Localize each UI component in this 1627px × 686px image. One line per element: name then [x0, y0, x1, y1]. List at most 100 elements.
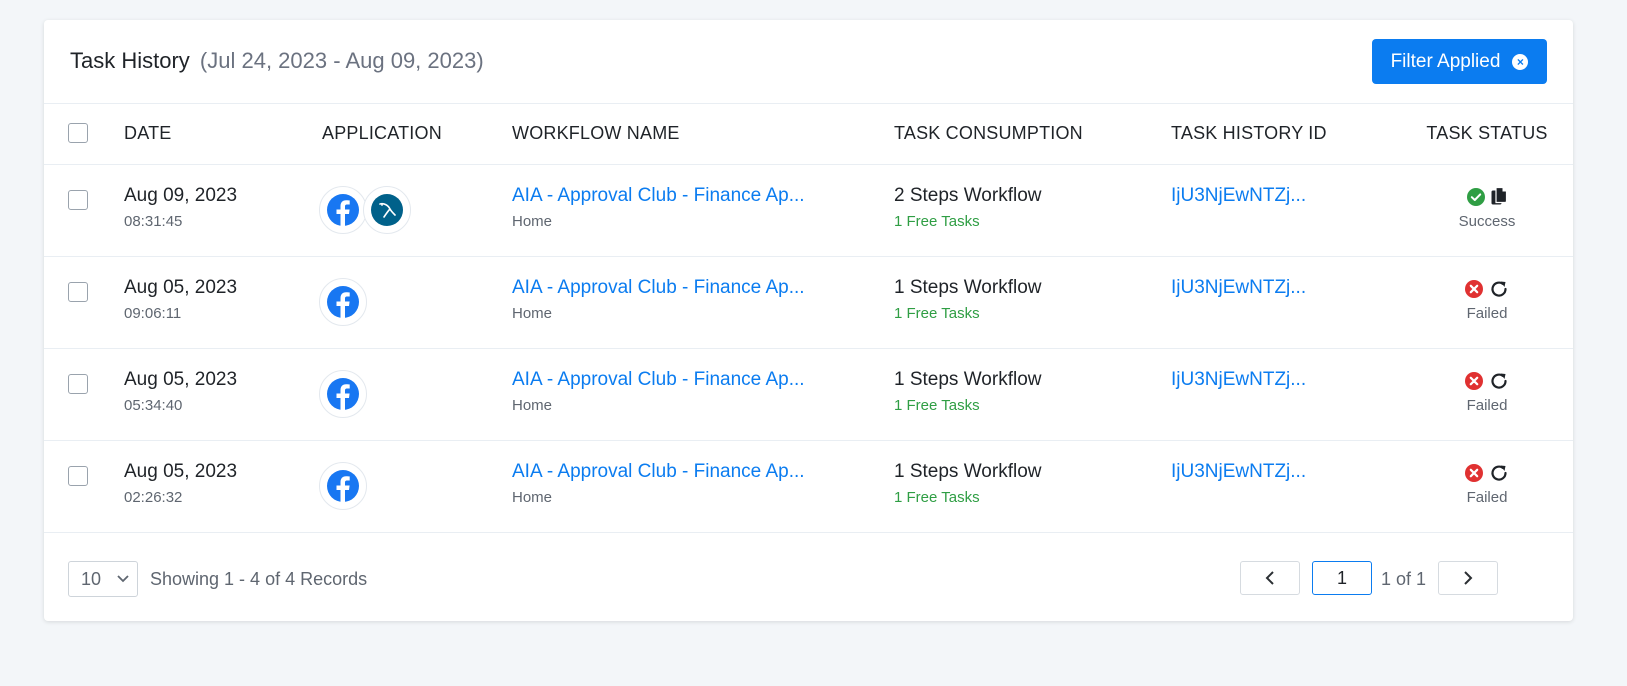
table-row[interactable]: Aug 05, 2023 09:06:11 AIA - Approval Clu…: [44, 256, 1573, 349]
filter-applied-button[interactable]: Filter Applied ×: [1372, 39, 1547, 84]
chevron-left-icon: [1265, 571, 1274, 585]
select-all-checkbox[interactable]: [68, 123, 88, 144]
date-cell: Aug 09, 2023 08:31:45: [124, 164, 322, 257]
table-row[interactable]: Aug 05, 2023 02:26:32 AIA - Approval Clu…: [44, 440, 1573, 533]
row-date: Aug 09, 2023: [124, 184, 238, 206]
status-cell: Failed: [1401, 348, 1573, 441]
column-workflow-name: WORKFLOW NAME: [512, 104, 894, 165]
status-cell: Success: [1401, 164, 1573, 257]
workflow-name-link[interactable]: AIA - Approval Club - Finance Ap...: [512, 277, 894, 299]
workflow-folder: Home: [512, 212, 553, 230]
row-checkbox[interactable]: [68, 281, 88, 302]
workflow-cell: AIA - Approval Club - Finance Ap... Home: [512, 440, 894, 533]
task-history-id-link[interactable]: IjU3NjEwNTZj...: [1171, 277, 1401, 299]
steps-count: 1 Steps Workflow: [894, 368, 1042, 390]
app-badge: [319, 461, 367, 510]
app-icons: [319, 369, 512, 418]
workflow-folder: Home: [512, 396, 553, 414]
column-date: DATE: [124, 104, 322, 165]
row-time: 09:06:11: [124, 304, 182, 322]
row-time: 02:26:32: [124, 488, 183, 506]
status-wrap: Failed: [1401, 369, 1573, 414]
task-history-id-link[interactable]: IjU3NjEwNTZj...: [1171, 185, 1401, 207]
workflow-cell: AIA - Approval Club - Finance Ap... Home: [512, 348, 894, 441]
status-icons: [1465, 277, 1509, 301]
date-range: (Jul 24, 2023 - Aug 09, 2023): [199, 48, 484, 73]
row-date: Aug 05, 2023: [124, 368, 238, 390]
task-history-id-link[interactable]: IjU3NjEwNTZj...: [1171, 369, 1401, 391]
table-footer: 10 Showing 1 - 4 of 4 Records 1 of 1: [44, 535, 1573, 621]
app-icons: [319, 277, 512, 326]
row-checkbox[interactable]: [68, 373, 88, 394]
filter-label: Filter Applied: [1390, 50, 1501, 72]
column-task-consumption: TASK CONSUMPTION: [894, 104, 1171, 165]
application-cell: [319, 256, 512, 349]
retry-icon[interactable]: [1489, 279, 1509, 299]
status-icons: [1465, 461, 1509, 485]
next-page-button[interactable]: [1438, 561, 1498, 595]
row-select-cell: [44, 348, 124, 441]
app-badge: [363, 185, 411, 234]
page-of-label: 1 of 1: [1381, 569, 1427, 589]
workflow-cell: AIA - Approval Club - Finance Ap... Home: [512, 164, 894, 257]
success-check-icon: [1467, 187, 1485, 206]
date-cell: Aug 05, 2023 09:06:11: [124, 256, 322, 349]
header-select-cell: [44, 104, 124, 165]
facebook-icon: [327, 285, 359, 318]
table-row[interactable]: Aug 09, 2023 08:31:45 AIA - Approval Clu…: [44, 164, 1573, 257]
steps-count: 1 Steps Workflow: [894, 276, 1042, 298]
app-badge: [319, 185, 367, 234]
failed-x-icon: [1465, 279, 1483, 298]
table-row[interactable]: Aug 05, 2023 05:34:40 AIA - Approval Clu…: [44, 348, 1573, 441]
consumption-cell: 2 Steps Workflow 1 Free Tasks: [894, 164, 1171, 257]
row-date: Aug 05, 2023: [124, 276, 238, 298]
retry-icon[interactable]: [1489, 463, 1509, 483]
row-checkbox[interactable]: [68, 465, 88, 486]
status-icons: [1467, 185, 1507, 209]
workflow-name-link[interactable]: AIA - Approval Club - Finance Ap...: [512, 369, 894, 391]
card-header: Task History (Jul 24, 2023 - Aug 09, 202…: [44, 20, 1573, 104]
retry-icon[interactable]: [1489, 371, 1509, 391]
app-icons: [319, 185, 512, 234]
steps-count: 2 Steps Workflow: [894, 184, 1042, 206]
status-label: Failed: [1466, 396, 1508, 414]
status-label: Failed: [1466, 304, 1508, 322]
facebook-icon: [327, 469, 359, 502]
consumption-cell: 1 Steps Workflow 1 Free Tasks: [894, 440, 1171, 533]
page-number-input[interactable]: [1312, 561, 1372, 595]
copy-icon[interactable]: [1491, 187, 1507, 206]
consumption-cell: 1 Steps Workflow 1 Free Tasks: [894, 348, 1171, 441]
page-size-select[interactable]: 10: [68, 561, 138, 597]
workflow-name-link[interactable]: AIA - Approval Club - Finance Ap...: [512, 461, 894, 483]
task-history-id-link[interactable]: IjU3NjEwNTZj...: [1171, 461, 1401, 483]
date-cell: Aug 05, 2023 05:34:40: [124, 348, 322, 441]
history-id-cell: IjU3NjEwNTZj...: [1171, 164, 1401, 257]
clear-filter-icon[interactable]: ×: [1512, 53, 1529, 70]
steps-count: 1 Steps Workflow: [894, 460, 1042, 482]
history-id-cell: IjU3NjEwNTZj...: [1171, 256, 1401, 349]
free-tasks: 1 Free Tasks: [894, 212, 980, 230]
title-text: Task History: [70, 48, 190, 73]
history-id-cell: IjU3NjEwNTZj...: [1171, 348, 1401, 441]
free-tasks: 1 Free Tasks: [894, 488, 980, 506]
application-cell: [319, 440, 512, 533]
chevron-right-icon: [1464, 571, 1473, 585]
task-history-table: DATE APPLICATION WORKFLOW NAME TASK CONS…: [44, 104, 1573, 533]
row-checkbox[interactable]: [68, 189, 88, 210]
workflow-cell: AIA - Approval Club - Finance Ap... Home: [512, 256, 894, 349]
app-icons: [319, 461, 512, 510]
workflow-name-link[interactable]: AIA - Approval Club - Finance Ap...: [512, 185, 894, 207]
free-tasks: 1 Free Tasks: [894, 304, 980, 322]
row-date: Aug 05, 2023: [124, 460, 238, 482]
status-label: Failed: [1466, 488, 1508, 506]
status-wrap: Success: [1401, 185, 1573, 230]
app-badge: [319, 277, 367, 326]
page-title: Task History (Jul 24, 2023 - Aug 09, 202…: [70, 48, 484, 74]
row-time: 08:31:45: [124, 212, 183, 230]
page-size-value: 10: [81, 568, 102, 589]
workflow-folder: Home: [512, 304, 553, 322]
consumption-cell: 1 Steps Workflow 1 Free Tasks: [894, 256, 1171, 349]
row-select-cell: [44, 440, 124, 533]
previous-page-button[interactable]: [1240, 561, 1300, 595]
status-label: Success: [1458, 212, 1516, 230]
